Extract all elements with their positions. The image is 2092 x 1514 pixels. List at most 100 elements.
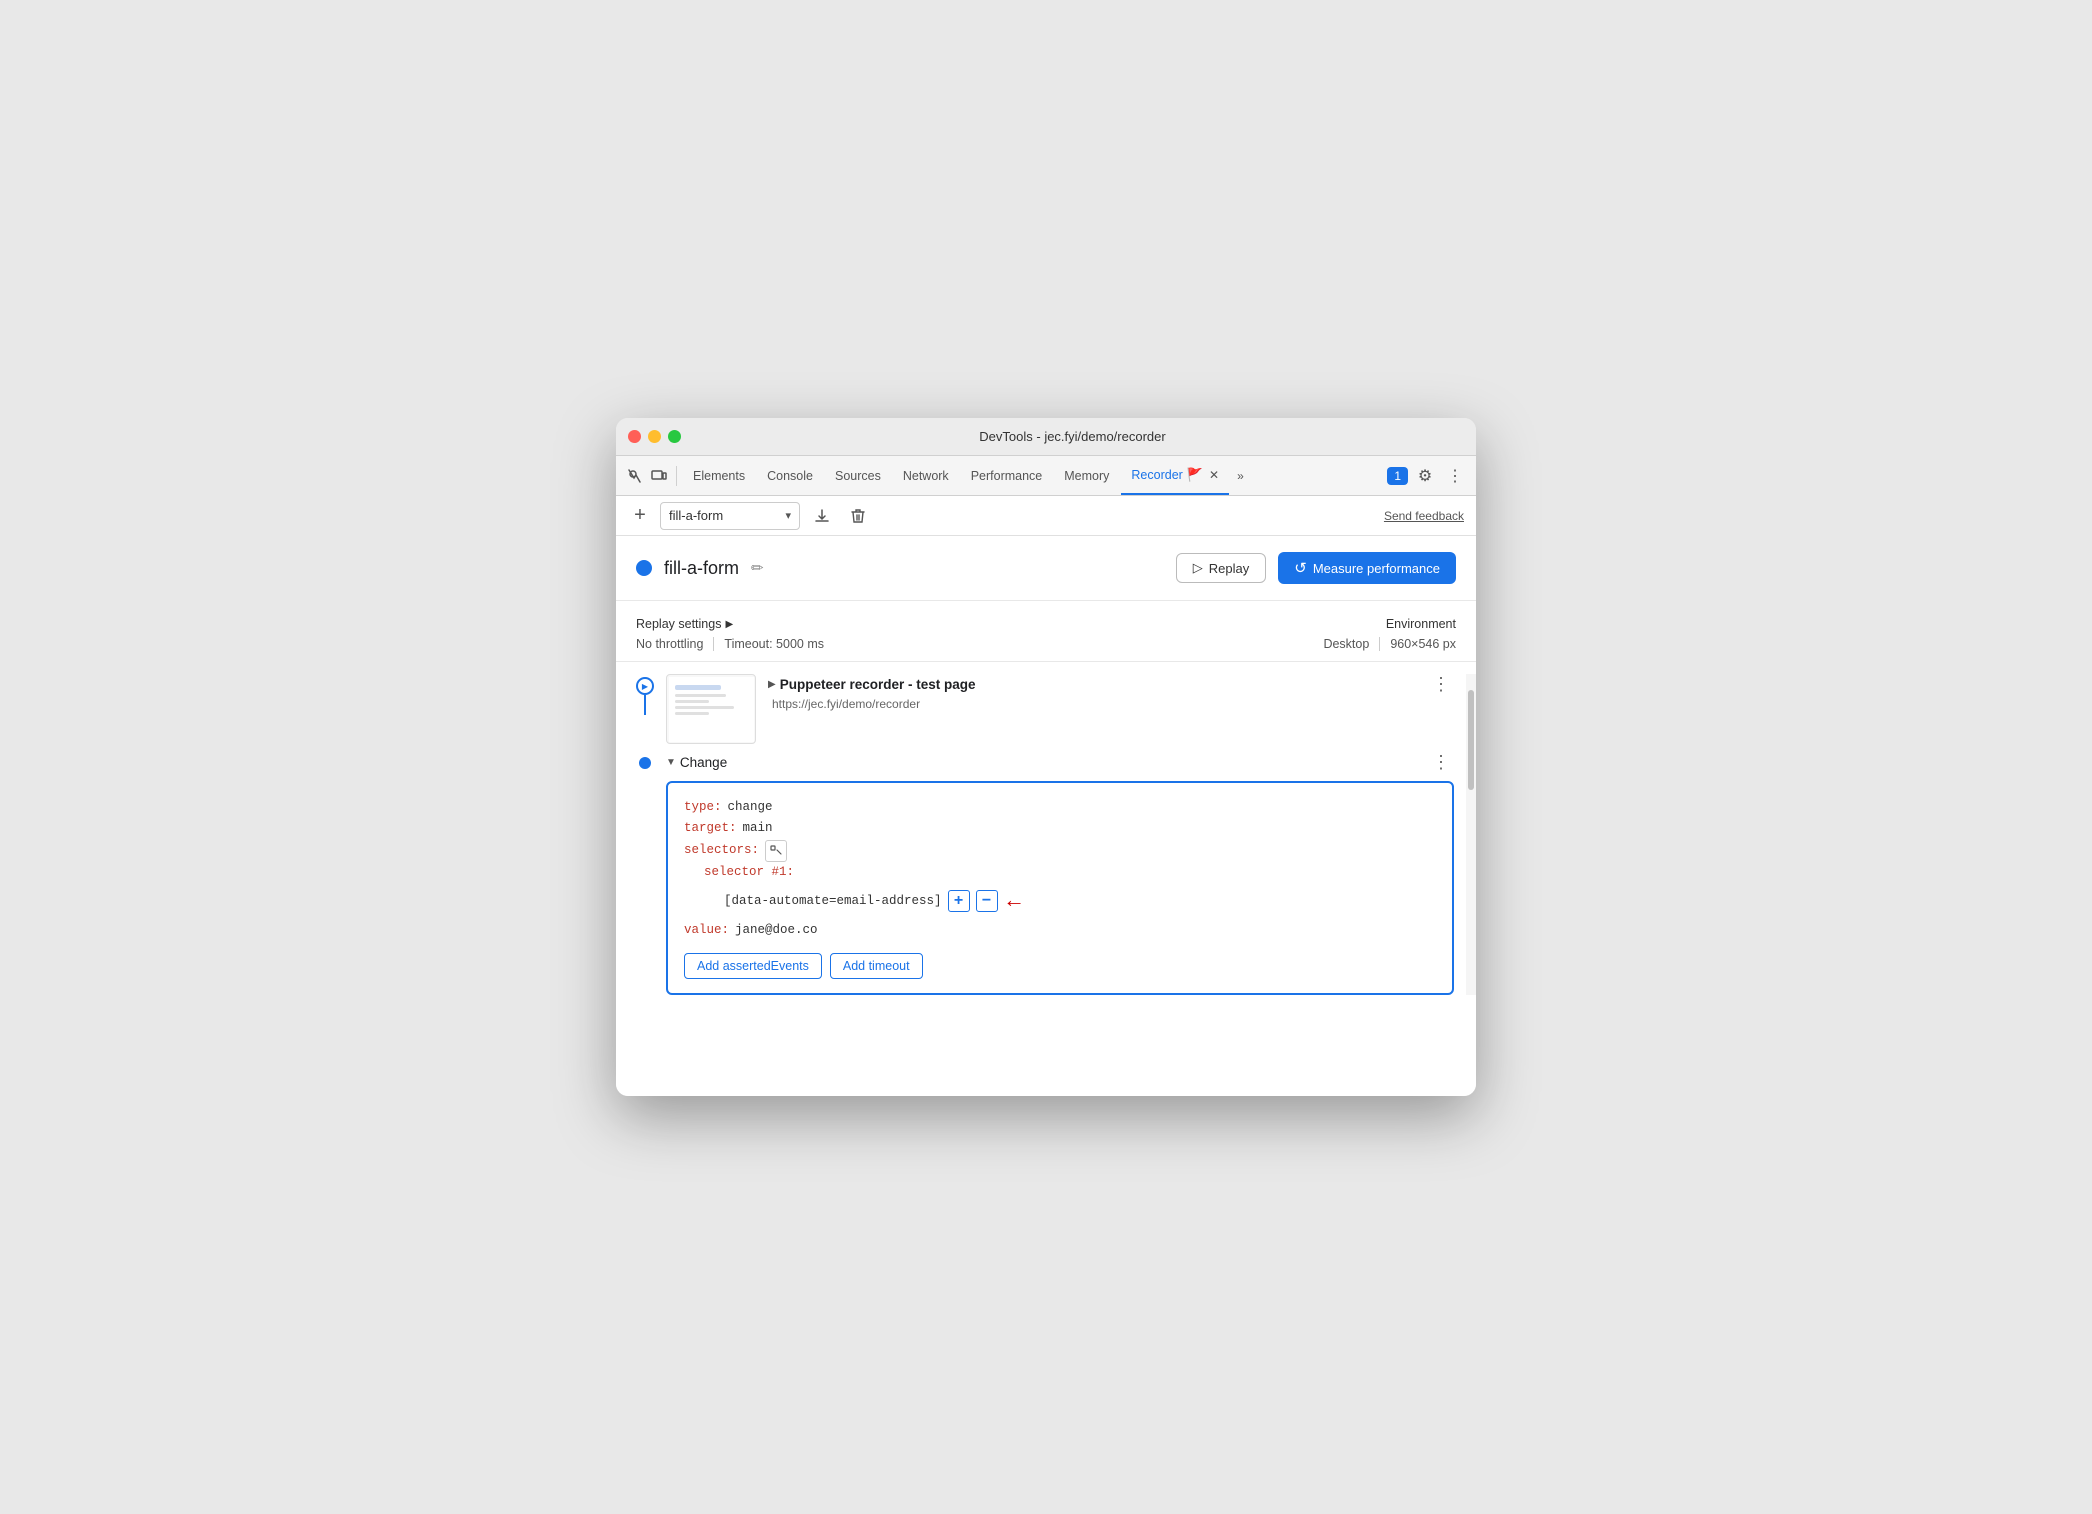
selector-num-prop: selector #1:: [704, 862, 794, 883]
action-buttons: Add assertedEvents Add timeout: [684, 953, 1436, 979]
selector-val: [data-automate=email-address]: [724, 891, 942, 912]
settings-right: Environment Desktop 960×546 px: [1323, 617, 1456, 651]
target-val: main: [743, 818, 773, 839]
step1-timeline: ▶: [624, 674, 666, 715]
step-navigate: ▶: [616, 674, 1466, 744]
red-arrow-indicator: ←: [1008, 883, 1021, 920]
env-divider: [1379, 637, 1380, 651]
tab-divider: [676, 466, 677, 486]
window-title: DevTools - jec.fyi/demo/recorder: [681, 429, 1464, 444]
step2-timeline: [624, 752, 666, 769]
step-change: ▼ Change ⋮ type: change: [616, 744, 1466, 995]
value-prop: value:: [684, 920, 729, 941]
add-recording-button[interactable]: +: [628, 504, 652, 528]
step1-collapse-icon: ▶: [768, 679, 776, 690]
recorder-close-icon[interactable]: ✕: [1209, 468, 1219, 482]
step2-more-button[interactable]: ⋮: [1428, 752, 1454, 773]
recording-status-dot: [636, 560, 652, 576]
target-prop: target:: [684, 818, 737, 839]
more-options-icon[interactable]: ⋮: [1442, 463, 1468, 489]
step1-content: ▶ Puppeteer recorder - test page ⋮ https…: [768, 674, 1454, 711]
resolution-value: 960×546 px: [1390, 637, 1456, 651]
close-button[interactable]: [628, 430, 641, 443]
more-tabs-button[interactable]: »: [1231, 457, 1250, 495]
scrollbar-thumb[interactable]: [1468, 690, 1474, 790]
steps-list: ▶: [616, 674, 1466, 995]
export-recording-button[interactable]: [808, 502, 836, 530]
device-toolbar-icon[interactable]: [648, 465, 670, 487]
step1-title: Puppeteer recorder - test page: [780, 677, 976, 692]
step2-title: Change: [680, 755, 727, 770]
settings-bar: Replay settings ▶ No throttling Timeout:…: [616, 601, 1476, 662]
minimize-button[interactable]: [648, 430, 661, 443]
selector-picker-button[interactable]: [765, 840, 787, 862]
tab-right-icons: 1 ⚙ ⋮: [1387, 463, 1468, 489]
chat-badge[interactable]: 1: [1387, 467, 1408, 485]
code-type-row: type: change: [684, 797, 1436, 818]
code-target-row: target: main: [684, 818, 1436, 839]
inspect-icon[interactable]: [624, 465, 646, 487]
tab-sources[interactable]: Sources: [825, 457, 891, 495]
step1-header[interactable]: ▶ Puppeteer recorder - test page ⋮: [768, 674, 1454, 695]
throttling-value: No throttling: [636, 637, 703, 651]
scrollbar-track[interactable]: [1466, 674, 1476, 995]
desktop-value: Desktop: [1323, 637, 1369, 651]
tab-elements[interactable]: Elements: [683, 457, 755, 495]
edit-title-icon[interactable]: ✏: [751, 559, 764, 577]
chevron-down-icon: ▾: [785, 509, 791, 522]
replay-settings-toggle[interactable]: Replay settings ▶: [636, 617, 1323, 631]
value-val: jane@doe.co: [735, 920, 818, 941]
page-thumbnail: [666, 674, 756, 744]
step1-url: https://jec.fyi/demo/recorder: [772, 697, 1454, 711]
send-feedback-link[interactable]: Send feedback: [1384, 509, 1464, 523]
recording-title: fill-a-form: [664, 558, 739, 579]
code-value-row: value: jane@doe.co: [684, 920, 1436, 941]
code-selector-num-row: selector #1:: [684, 862, 1436, 883]
replay-label: Replay: [1209, 561, 1249, 576]
environment-label: Environment: [1323, 617, 1456, 631]
title-bar: DevTools - jec.fyi/demo/recorder: [616, 418, 1476, 456]
environment-values: Desktop 960×546 px: [1323, 637, 1456, 651]
measure-label: Measure performance: [1313, 561, 1440, 576]
recording-selector[interactable]: fill-a-form ▾: [660, 502, 800, 530]
remove-selector-button[interactable]: −: [976, 890, 998, 912]
maximize-button[interactable]: [668, 430, 681, 443]
delete-recording-button[interactable]: [844, 502, 872, 530]
tab-bar: Elements Console Sources Network Perform…: [616, 456, 1476, 496]
tab-performance[interactable]: Performance: [961, 457, 1053, 495]
replay-settings-label: Replay settings: [636, 617, 721, 631]
step2-header[interactable]: ▼ Change ⋮: [666, 752, 1454, 773]
recorder-flag-icon: 🚩: [1187, 467, 1203, 483]
timeout-value: Timeout: 5000 ms: [724, 637, 824, 651]
traffic-lights: [628, 430, 681, 443]
selectors-prop: selectors:: [684, 840, 759, 861]
step1-circle-icon: ▶: [642, 682, 648, 691]
steps-wrapper: ▶: [616, 662, 1476, 995]
replay-button[interactable]: ▷ Replay: [1176, 553, 1266, 583]
steps-area: ▶: [616, 662, 1476, 995]
settings-triangle-icon: ▶: [725, 619, 733, 630]
measure-icon: ↺: [1294, 559, 1307, 577]
tab-console[interactable]: Console: [757, 457, 823, 495]
step2-code-block: type: change target: main selectors:: [666, 781, 1454, 995]
add-selector-button[interactable]: +: [948, 890, 970, 912]
measure-performance-button[interactable]: ↺ Measure performance: [1278, 552, 1456, 584]
step1-more-button[interactable]: ⋮: [1428, 674, 1454, 695]
step1-circle: ▶: [636, 677, 654, 695]
tab-network[interactable]: Network: [893, 457, 959, 495]
add-asserted-events-button[interactable]: Add assertedEvents: [684, 953, 822, 979]
recorder-toolbar: + fill-a-form ▾ Send feedback: [616, 496, 1476, 536]
settings-icon[interactable]: ⚙: [1412, 463, 1438, 489]
add-remove-controls: + − ←: [948, 883, 1021, 920]
tab-memory[interactable]: Memory: [1054, 457, 1119, 495]
selected-recording-name: fill-a-form: [669, 508, 723, 523]
code-selector-val-row: [data-automate=email-address] + − ←: [684, 883, 1436, 920]
code-selectors-row: selectors:: [684, 840, 1436, 862]
settings-divider: [713, 637, 714, 651]
settings-left: Replay settings ▶ No throttling Timeout:…: [636, 617, 1323, 651]
step1-timeline-line: [644, 695, 646, 715]
add-timeout-button[interactable]: Add timeout: [830, 953, 923, 979]
tab-recorder[interactable]: Recorder 🚩 ✕: [1121, 457, 1229, 495]
step2-circle: [639, 757, 651, 769]
recorder-content: fill-a-form ✏ ▷ Replay ↺ Measure perform…: [616, 536, 1476, 1096]
